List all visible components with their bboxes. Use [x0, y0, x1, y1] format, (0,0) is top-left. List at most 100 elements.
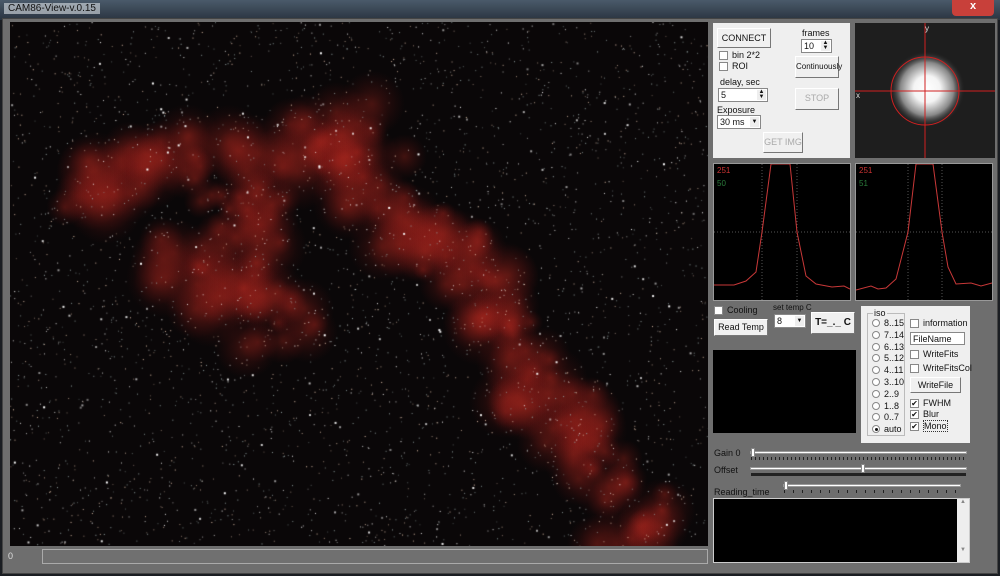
delay-input[interactable]: 5 ▲ ▼: [718, 88, 768, 102]
radio-icon: [872, 354, 880, 363]
profile-max: 251: [717, 166, 731, 175]
checkbox-box: [910, 318, 919, 328]
writefits-checkbox[interactable]: WriteFits: [910, 349, 958, 359]
log-scrollbar[interactable]: ▲ ▼: [957, 499, 969, 562]
iso-option-label: 7..14: [884, 329, 905, 340]
filename-input[interactable]: FileName: [910, 332, 965, 345]
star-preview: y x: [855, 23, 995, 158]
progress-value: 0: [8, 551, 14, 561]
profile-y-line: [855, 163, 993, 291]
profile-y-svg: [855, 163, 993, 300]
profile-max: 251: [859, 166, 873, 175]
cooling-checkbox[interactable]: Cooling: [714, 305, 758, 315]
iso-radio-6--13[interactable]: 6..13: [872, 342, 904, 352]
exposure-value: 30 ms: [720, 117, 745, 127]
camera-controls-panel: CONNECT bin 2*2 ROI delay, sec 5 ▲ ▼ Expos…: [713, 23, 850, 158]
cooling-label: Cooling: [727, 305, 758, 315]
offset-slider[interactable]: [750, 464, 967, 473]
frames-label: frames: [802, 28, 830, 38]
radio-icon: [872, 378, 880, 386]
gain-label: Gain 0: [714, 448, 741, 458]
iso-option-label: 1..8: [884, 400, 900, 411]
connect-button[interactable]: CONNECT: [717, 28, 771, 48]
bin-label: bin 2*2: [732, 50, 761, 60]
scroll-down-icon[interactable]: ▼: [957, 547, 969, 553]
get-img-button[interactable]: GET IMG: [763, 132, 803, 153]
reading-time-slider-thumb[interactable]: [784, 481, 788, 490]
writefitscol-checkbox[interactable]: WriteFitsCol: [910, 363, 972, 373]
offset-label: Offset: [714, 465, 738, 475]
fwhm-label: FWHM: [923, 398, 951, 408]
radio-icon: [872, 319, 880, 327]
scroll-up-icon[interactable]: ▲: [957, 499, 969, 505]
iso-title: iso: [873, 308, 887, 318]
profile-value: 50: [717, 179, 726, 188]
star-glow: [889, 51, 965, 127]
log-output[interactable]: [713, 498, 970, 563]
check-icon: ✔: [910, 398, 919, 408]
gain-slider-thumb[interactable]: [751, 448, 755, 457]
iso-option-label: 4..11: [884, 365, 904, 376]
frames-input[interactable]: 10 ▲ ▼: [801, 39, 832, 53]
offset-ticks: [751, 473, 966, 476]
bin-checkbox[interactable]: bin 2*2: [719, 50, 760, 60]
iso-option-label: 8..15: [884, 318, 905, 328]
reading-time-label: Reading_time: [714, 487, 770, 497]
set-temp-label: set temp C: [773, 303, 812, 312]
writefile-button[interactable]: WriteFile: [910, 377, 961, 393]
profile-x-line: [714, 163, 851, 290]
roi-checkbox[interactable]: ROI: [719, 61, 748, 71]
spin-arrows-icon[interactable]: ▲ ▼: [821, 40, 830, 51]
spin-arrows-icon[interactable]: ▲ ▼: [757, 89, 766, 100]
radio-icon: [872, 425, 880, 434]
radio-icon: [872, 342, 880, 351]
iso-option-label: 2..9: [884, 388, 900, 399]
chevron-down-icon[interactable]: ▼: [750, 117, 759, 127]
iso-radio-auto[interactable]: auto: [872, 424, 902, 434]
progress-bar: [42, 549, 708, 564]
iso-radio-4--11[interactable]: 4..11: [872, 365, 903, 375]
iso-radio-3--10[interactable]: 3..10: [872, 377, 904, 387]
blur-checkbox[interactable]: ✔ Blur: [910, 409, 939, 419]
radio-icon: [872, 330, 880, 339]
read-temp-button[interactable]: Read Temp: [714, 319, 768, 336]
stop-button[interactable]: STOP: [795, 88, 839, 110]
camera-image[interactable]: [10, 22, 708, 546]
iso-radio-2--9[interactable]: 2..9: [872, 389, 899, 399]
writefits-label: WriteFits: [923, 349, 959, 359]
radio-icon: [872, 401, 880, 410]
checkbox-box: [719, 61, 728, 71]
iso-option-label: 0..7: [884, 412, 900, 423]
gain-slider[interactable]: [750, 448, 967, 457]
profile-y: 251 51: [855, 163, 993, 301]
temperature-graph: [713, 350, 856, 433]
iso-radio-7--14[interactable]: 7..14: [872, 330, 904, 340]
offset-slider-thumb[interactable]: [861, 464, 865, 473]
checkbox-box: [714, 305, 723, 315]
iso-radio-5--12[interactable]: 5..12: [872, 353, 904, 363]
information-checkbox[interactable]: information: [910, 318, 968, 328]
delay-label: delay, sec: [720, 77, 760, 87]
chevron-down-icon[interactable]: ▼: [795, 316, 804, 326]
set-temp-value: 8: [777, 316, 783, 326]
check-icon: ✔: [910, 421, 919, 431]
checkbox-box: [719, 50, 728, 60]
y-axis-label: y: [925, 24, 929, 33]
reading-time-ticks: [784, 490, 960, 493]
set-temp-select[interactable]: 8 ▼: [774, 314, 806, 328]
fwhm-checkbox[interactable]: ✔ FWHM: [910, 398, 951, 408]
exposure-label: Exposure: [717, 105, 756, 115]
continuously-button[interactable]: Continuously: [795, 56, 842, 78]
iso-option-label: 3..10: [884, 377, 905, 387]
iso-radio-1--8[interactable]: 1..8: [872, 401, 899, 411]
temperature-display: T=_._ C: [811, 312, 855, 334]
radio-icon: [872, 366, 880, 375]
close-button[interactable]: x: [952, 0, 994, 16]
reading-time-slider[interactable]: [783, 481, 961, 490]
frames-value: 10: [804, 41, 815, 51]
iso-radio-0--7[interactable]: 0..7: [872, 412, 899, 422]
exposure-select[interactable]: 30 ms ▼: [717, 115, 761, 129]
iso-radio-8--15[interactable]: 8..15: [872, 318, 904, 328]
mono-checkbox[interactable]: ✔ Mono: [910, 420, 948, 432]
profile-x: 251 50: [713, 163, 851, 301]
